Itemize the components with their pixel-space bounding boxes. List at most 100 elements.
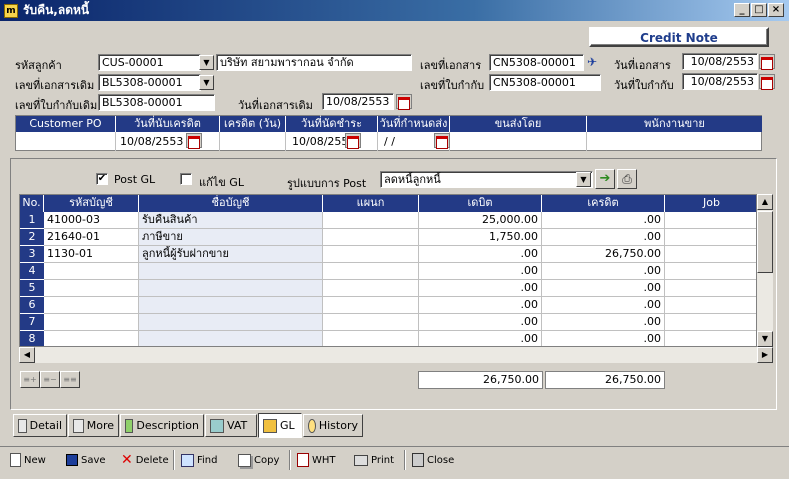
account-code-cell[interactable] <box>44 263 139 280</box>
department-cell[interactable] <box>323 246 419 263</box>
calendar-icon[interactable] <box>345 133 361 148</box>
post-format-dropdown[interactable]: ▼ <box>576 172 591 187</box>
delete-button[interactable]: ✕ Delete <box>121 451 169 469</box>
credit-cell[interactable]: .00 <box>542 263 665 280</box>
customer-code-field[interactable]: CUS-00001 <box>98 54 201 71</box>
tab-gl[interactable]: GL <box>258 413 302 438</box>
orig-invoice-field[interactable]: BL5308-00001 <box>98 94 215 111</box>
calendar-icon[interactable] <box>759 74 775 89</box>
post-gl-checkbox[interactable]: ✔ <box>96 173 108 185</box>
row-number[interactable]: 8 <box>20 331 44 346</box>
minimize-button[interactable]: _ <box>734 3 750 17</box>
credit-days-cell[interactable] <box>220 132 286 151</box>
invoice-date-field[interactable]: 10/08/2553 <box>682 73 758 90</box>
account-name-cell[interactable]: ภาษีขาย <box>139 229 323 246</box>
insert-row-icon[interactable]: ≡+ <box>20 371 40 388</box>
job-cell[interactable] <box>665 297 756 314</box>
calendar-icon[interactable] <box>434 133 450 148</box>
department-cell[interactable] <box>323 263 419 280</box>
department-cell[interactable] <box>323 331 419 346</box>
post-format-select[interactable]: ลดหนี้ลูกหนี้ <box>380 171 593 188</box>
department-cell[interactable] <box>323 229 419 246</box>
credit-cell[interactable]: 26,750.00 <box>542 246 665 263</box>
job-cell[interactable] <box>665 229 756 246</box>
account-name-cell[interactable]: รับคืนสินค้า <box>139 212 323 229</box>
running-icon[interactable]: ✈ <box>587 55 601 69</box>
row-number[interactable]: 2 <box>20 229 44 246</box>
account-name-cell[interactable] <box>139 297 323 314</box>
orig-doc-date-field[interactable]: 10/08/2553 <box>322 93 394 110</box>
account-name-cell[interactable] <box>139 314 323 331</box>
credit-cell[interactable]: .00 <box>542 297 665 314</box>
gl-horizontal-scrollbar[interactable]: ◀ ▶ <box>19 347 773 363</box>
account-name-cell[interactable] <box>139 263 323 280</box>
salesperson-cell[interactable] <box>587 132 762 151</box>
account-name-cell[interactable] <box>139 331 323 346</box>
preview-gl-icon[interactable]: ⎙ <box>617 169 637 189</box>
copy-button[interactable]: Copy <box>238 451 279 469</box>
maximize-button[interactable]: □ <box>751 3 767 17</box>
account-name-cell[interactable] <box>139 280 323 297</box>
row-number[interactable]: 5 <box>20 280 44 297</box>
tab-history[interactable]: History <box>303 414 363 437</box>
credit-cell[interactable]: .00 <box>542 229 665 246</box>
calendar-icon[interactable] <box>759 54 775 69</box>
row-number[interactable]: 1 <box>20 212 44 229</box>
job-cell[interactable] <box>665 314 756 331</box>
close-window-button[interactable]: × <box>768 3 784 17</box>
account-code-cell[interactable]: 41000-03 <box>44 212 139 229</box>
save-button[interactable]: Save <box>66 451 106 469</box>
credit-cell[interactable]: .00 <box>542 212 665 229</box>
due-date-cell[interactable]: 10/08/2553 <box>286 132 378 151</box>
debit-cell[interactable]: .00 <box>419 263 542 280</box>
account-code-cell[interactable] <box>44 297 139 314</box>
calendar-icon[interactable] <box>396 94 412 109</box>
job-cell[interactable] <box>665 331 756 346</box>
credit-cell[interactable]: .00 <box>542 314 665 331</box>
account-code-cell[interactable]: 21640-01 <box>44 229 139 246</box>
debit-cell[interactable]: .00 <box>419 280 542 297</box>
orig-doc-field[interactable]: BL5308-00001 <box>98 74 201 91</box>
department-cell[interactable] <box>323 297 419 314</box>
print-button[interactable]: Print <box>354 451 394 469</box>
credit-cell[interactable]: .00 <box>542 331 665 346</box>
scroll-down-icon[interactable]: ▼ <box>757 331 773 347</box>
customer-code-dropdown[interactable]: ▼ <box>199 55 214 70</box>
row-number[interactable]: 3 <box>20 246 44 263</box>
scroll-left-icon[interactable]: ◀ <box>19 347 35 363</box>
row-number[interactable]: 7 <box>20 314 44 331</box>
job-cell[interactable] <box>665 280 756 297</box>
job-cell[interactable] <box>665 263 756 280</box>
scroll-thumb[interactable] <box>757 211 773 273</box>
gl-grid[interactable]: No. รหัสบัญชี ชื่อบัญชี แผนก เดบิต เครดิ… <box>19 194 757 347</box>
invoice-no-field[interactable]: CN5308-00001 <box>489 74 601 91</box>
account-code-cell[interactable] <box>44 331 139 346</box>
copy-row-icon[interactable]: ≡≡ <box>60 371 80 388</box>
account-name-cell[interactable]: ลูกหนี้ผู้รับฝากขาย <box>139 246 323 263</box>
tab-vat[interactable]: VAT <box>205 414 257 437</box>
scroll-right-icon[interactable]: ▶ <box>757 347 773 363</box>
job-cell[interactable] <box>665 212 756 229</box>
department-cell[interactable] <box>323 280 419 297</box>
customer-po-cell[interactable] <box>16 132 116 151</box>
doc-no-field[interactable]: CN5308-00001 <box>489 54 584 71</box>
wht-button[interactable]: WHT <box>297 451 336 469</box>
orig-doc-dropdown[interactable]: ▼ <box>199 75 214 90</box>
doc-date-field[interactable]: 10/08/2553 <box>682 53 758 70</box>
scroll-up-icon[interactable]: ▲ <box>757 194 773 210</box>
tab-description[interactable]: Description <box>120 414 204 437</box>
account-code-cell[interactable]: 1130-01 <box>44 246 139 263</box>
tab-more[interactable]: More <box>68 414 119 437</box>
credit-start-date-cell[interactable]: 10/08/2553 <box>116 132 220 151</box>
gl-vertical-scrollbar[interactable]: ▲ ▼ <box>757 194 773 347</box>
department-cell[interactable] <box>323 314 419 331</box>
debit-cell[interactable]: 1,750.00 <box>419 229 542 246</box>
account-code-cell[interactable] <box>44 280 139 297</box>
find-button[interactable]: Find <box>181 451 218 469</box>
calendar-icon[interactable] <box>186 133 202 148</box>
credit-cell[interactable]: .00 <box>542 280 665 297</box>
edit-gl-checkbox[interactable] <box>180 173 192 185</box>
department-cell[interactable] <box>323 212 419 229</box>
row-number[interactable]: 4 <box>20 263 44 280</box>
apply-post-format-icon[interactable]: ➔ <box>595 169 615 189</box>
